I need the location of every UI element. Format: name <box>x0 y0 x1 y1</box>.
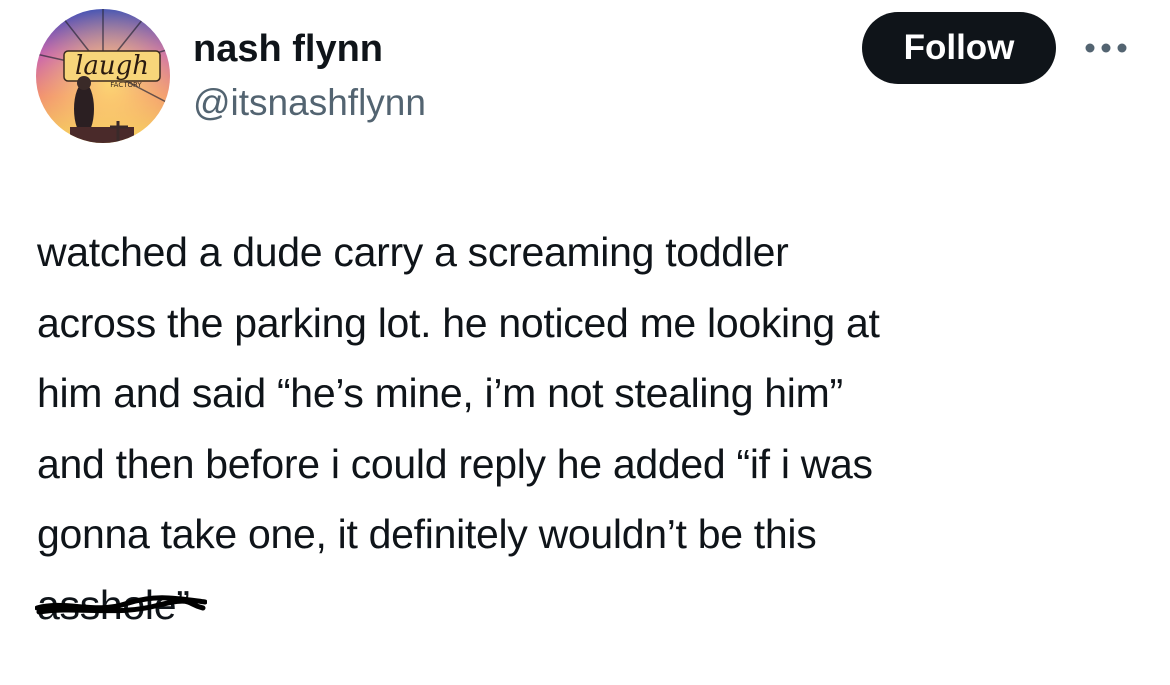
censored-word-text: asshole <box>37 581 177 628</box>
avatar-logo-subtext: FACTORY <box>110 81 142 89</box>
tweet-line: and then before i could reply he added “… <box>37 440 873 487</box>
author-handle[interactable]: @itsnashflynn <box>193 81 426 125</box>
tweet-line: him and said “he’s mine, i’m not stealin… <box>37 370 843 416</box>
tweet-line: watched a dude carry a screaming toddler <box>37 229 789 275</box>
tweet-line: gonna take one, it definitely wouldn’t b… <box>37 511 817 557</box>
closing-quote: ” <box>176 581 190 628</box>
tweet-line: across the parking lot. he noticed me lo… <box>37 299 880 346</box>
avatar-image: laugh FACTORY <box>36 9 170 143</box>
tweet-text: watched a dude carry a screaming toddler… <box>35 217 1147 641</box>
more-horizontal-icon[interactable] <box>1080 38 1132 58</box>
avatar[interactable]: laugh FACTORY <box>36 9 170 143</box>
author-display-name[interactable]: nash flynn <box>193 27 383 71</box>
censored-word: asshole <box>35 570 207 641</box>
follow-button[interactable]: Follow <box>862 12 1056 84</box>
tweet-line-last: asshole” <box>35 570 1147 641</box>
